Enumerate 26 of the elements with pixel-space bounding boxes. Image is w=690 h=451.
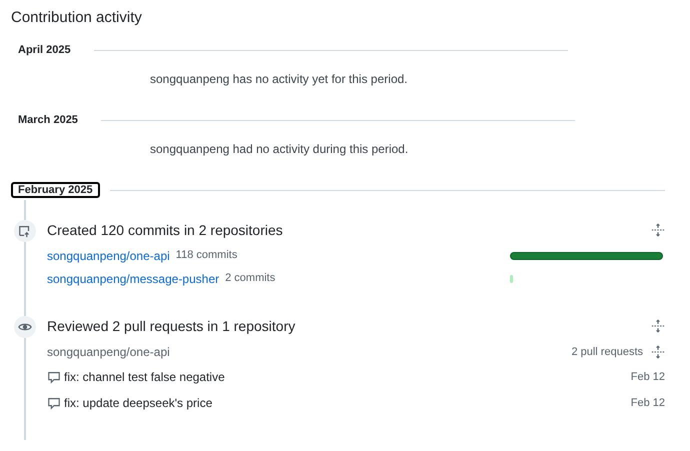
comment-icon	[47, 370, 61, 384]
contribution-bar	[510, 274, 513, 282]
commit-icon	[14, 220, 36, 242]
date: Feb 12	[630, 370, 665, 385]
event-title: Reviewed 2 pull requests in 1 repository	[47, 316, 296, 336]
event-title: Created 120 commits in 2 repositories	[47, 220, 283, 240]
commit-count: 2 commits	[225, 271, 276, 286]
repo-link[interactable]: songquanpeng/message-pusher	[47, 270, 220, 288]
repo-name[interactable]: songquanpeng/one-api	[47, 343, 170, 361]
repo-link[interactable]: songquanpeng/one-api	[47, 246, 170, 264]
section-title: Contribution activity	[11, 8, 143, 28]
month-heading[interactable]: February 2025	[11, 182, 100, 198]
pull-request-link[interactable]: fix: channel test false negative	[64, 368, 225, 386]
commit-count: 118 commits	[176, 248, 238, 264]
month-heading[interactable]: April 2025	[11, 42, 78, 58]
collapse-icon[interactable]	[651, 223, 665, 237]
empty-message: songquanpeng has no activity yet for this period.	[149, 71, 408, 88]
collapse-icon[interactable]	[651, 345, 665, 359]
comment-icon	[47, 396, 61, 410]
date: Feb 12	[630, 396, 665, 411]
month-heading[interactable]: March 2025	[11, 112, 85, 128]
pull-request-link[interactable]: fix: update deepseek's price	[64, 394, 212, 412]
empty-message: songquanpeng had no activity during this period.	[149, 141, 410, 158]
eye-icon	[14, 316, 36, 338]
pull-request-count: 2 pull requests	[571, 344, 643, 360]
collapse-icon[interactable]	[651, 319, 665, 333]
